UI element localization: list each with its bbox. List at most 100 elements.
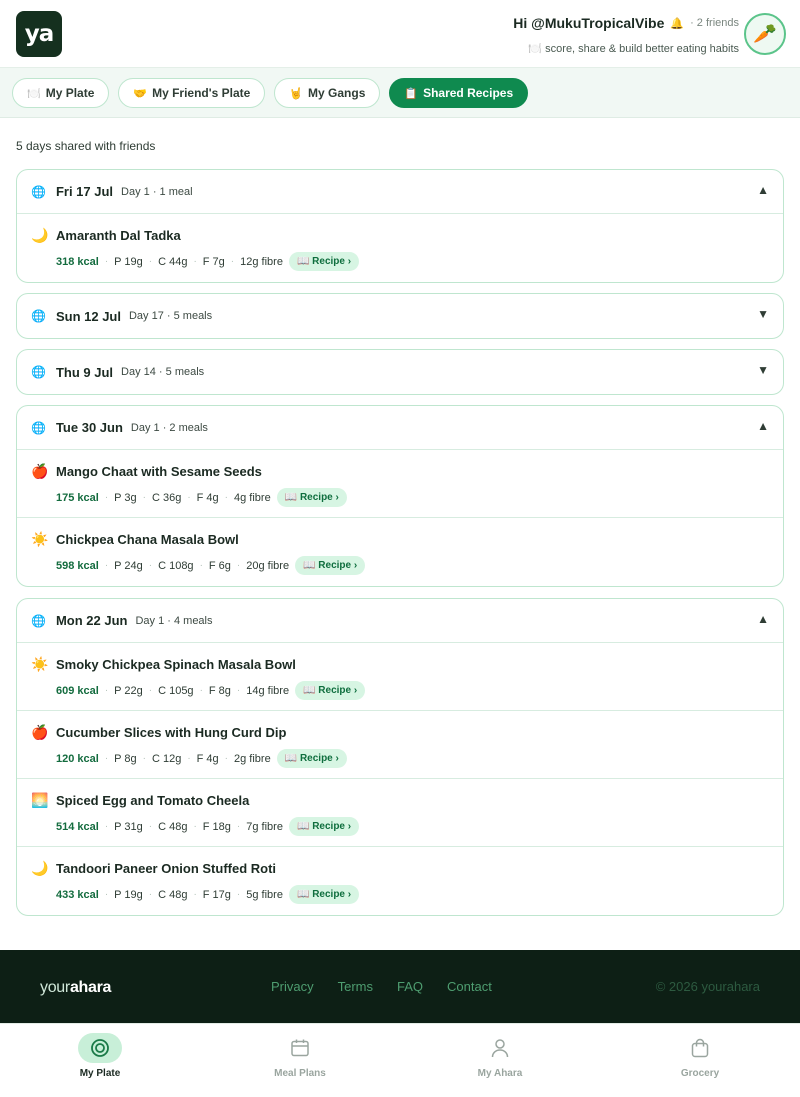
- day-meta: Day 1 · 4 meals: [135, 614, 213, 627]
- meal-row: 🌙 Tandoori Paneer Onion Stuffed Roti 433 k…: [17, 847, 783, 915]
- macro-f: F 17g: [202, 888, 231, 901]
- day-header[interactable]: 🌐 Fri 17 Jul Day 1 · 1 meal ▲: [17, 170, 783, 214]
- footer-link-terms[interactable]: Terms: [338, 979, 373, 994]
- day-date: Thu 9 Jul: [55, 364, 114, 380]
- meal-name: Amaranth Dal Tadka: [56, 228, 181, 243]
- separator-dot: ·: [236, 889, 241, 900]
- separator-dot: ·: [142, 753, 146, 764]
- separator-dot: ·: [104, 492, 109, 503]
- macro-p: P 22g: [114, 684, 143, 697]
- tab-label: Shared Recipes: [423, 86, 514, 100]
- greeting-row: Hi @MukuTropicalVibe 🔔 · 2 friends: [513, 15, 739, 31]
- day-header[interactable]: 🌐 Mon 22 Jun Day 1 · 4 meals ▲: [17, 599, 783, 643]
- bell-icon[interactable]: 🔔: [670, 17, 684, 30]
- tab-label: My Gangs: [308, 86, 366, 100]
- meal-row: ☀️ Chickpea Chana Masala Bowl 598 kcal · P 2…: [17, 518, 783, 586]
- macro-fibre: 12g fibre: [240, 255, 283, 268]
- tab-my-friend-s-plate[interactable]: 🤝 My Friend's Plate: [118, 78, 266, 108]
- meal-name: Chickpea Chana Masala Bowl: [56, 532, 239, 547]
- macro-kcal: 609 kcal: [56, 684, 99, 697]
- globe-icon: 🌐: [31, 420, 46, 435]
- footer-link-privacy[interactable]: Privacy: [271, 979, 314, 994]
- macro-fibre: 4g fibre: [234, 491, 271, 504]
- macro-kcal: 175 kcal: [56, 491, 99, 504]
- chevron-up-icon[interactable]: ▲: [757, 183, 769, 197]
- chevron-up-icon[interactable]: ▲: [757, 419, 769, 433]
- day-date: Tue 30 Jun: [55, 420, 123, 435]
- day-header[interactable]: 🌐 Sun 12 Jul Day 17 · 5 meals ▼: [17, 294, 783, 338]
- app-header: ya Hi @MukuTropicalVibe 🔔 · 2 friends 🍽️…: [0, 0, 800, 68]
- tab-my-plate[interactable]: 🍽️ My Plate: [12, 78, 110, 108]
- footer-copyright: © 2026 yourahara: [655, 979, 760, 994]
- chevron-down-icon[interactable]: ▼: [757, 307, 769, 321]
- macro-kcal: 598 kcal: [56, 559, 99, 572]
- site-footer: yourahara Privacy Terms FAQ Contact © 2026 …: [0, 950, 800, 1023]
- separator-dot: ·: [104, 685, 109, 696]
- separator-dot: ·: [236, 685, 241, 696]
- tab-my-gangs[interactable]: 🤘 My Gangs: [274, 78, 381, 108]
- macro-kcal: 120 kcal: [56, 752, 99, 765]
- separator-dot: ·: [187, 492, 191, 503]
- macro-f: F 8g: [208, 684, 231, 697]
- app-logo[interactable]: ya: [16, 11, 62, 57]
- separator-dot: ·: [148, 889, 153, 900]
- chevron-up-icon[interactable]: ▲: [757, 612, 769, 626]
- tab-icon: 📋: [404, 87, 419, 100]
- separator-dot: ·: [104, 256, 109, 267]
- meal-name: Spiced Egg and Tomato Cheela: [56, 793, 250, 808]
- footer-link-faq[interactable]: FAQ: [397, 979, 423, 994]
- target-icon: [78, 1033, 122, 1063]
- shared-days-summary: 5 days shared with friends: [16, 139, 156, 153]
- meal-macros: 514 kcal · P 31g · C 48g · F 18g · 7g fibre 📖 Rec…: [56, 817, 360, 836]
- nav-grocery[interactable]: Grocery: [600, 1024, 800, 1097]
- macro-p: P 19g: [114, 888, 143, 901]
- separator-dot: ·: [142, 492, 146, 503]
- recipe-button[interactable]: 📖 Recipe ›: [276, 749, 347, 768]
- avatar[interactable]: 🥕: [744, 13, 786, 55]
- tagline: 🍽️ score, share & build better eating ha…: [528, 43, 739, 55]
- carrot-icon: 🥕: [753, 24, 777, 45]
- recipe-button[interactable]: 📖 Recipe ›: [288, 885, 360, 904]
- meal-macros: 318 kcal · P 19g · C 44g · F 7g · 12g fibre 📖 Rec…: [56, 252, 360, 271]
- macro-c: C 12g: [151, 752, 182, 765]
- recipe-button[interactable]: 📖 Recipe ›: [276, 488, 347, 507]
- nav-label: My Plate: [79, 1068, 121, 1079]
- meal-time-icon: ☀️: [31, 531, 49, 547]
- meal-macros: 609 kcal · P 22g · C 105g · F 8g · 14g fibre 📖 Re…: [56, 681, 366, 700]
- day-header[interactable]: 🌐 Thu 9 Jul Day 14 · 5 meals ▼: [17, 350, 783, 394]
- nav-my-plate[interactable]: My Plate: [0, 1024, 200, 1097]
- separator-dot: ·: [187, 753, 191, 764]
- macro-kcal: 433 kcal: [56, 888, 99, 901]
- macro-c: C 48g: [158, 820, 188, 833]
- day-date: Fri 17 Jul: [55, 184, 114, 199]
- separator-dot: ·: [104, 889, 109, 900]
- meal-macros: 433 kcal · P 19g · C 48g · F 17g · 5g fibre 📖 Rec…: [56, 885, 360, 904]
- macro-kcal: 318 kcal: [56, 255, 99, 268]
- recipe-button[interactable]: 📖 Recipe ›: [295, 556, 366, 575]
- tab-shared-recipes[interactable]: 📋 Shared Recipes: [389, 78, 529, 108]
- recipe-button[interactable]: 📖 Recipe ›: [288, 252, 360, 271]
- macro-p: P 31g: [114, 820, 143, 833]
- friends-count[interactable]: · 2 friends: [690, 17, 739, 29]
- macro-fibre: 5g fibre: [246, 888, 283, 901]
- tab-icon: 🤝: [133, 87, 148, 100]
- macro-c: C 36g: [151, 491, 182, 504]
- separator-dot: ·: [193, 889, 197, 900]
- day-card: 🌐 Mon 22 Jun Day 1 · 4 meals ▲ ☀️ Smoky Chick…: [16, 598, 784, 916]
- recipe-button[interactable]: 📖 Recipe ›: [295, 681, 366, 700]
- macro-fibre: 7g fibre: [246, 820, 283, 833]
- macro-c: C 48g: [158, 888, 188, 901]
- meal-macros: 120 kcal · P 8g · C 12g · F 4g · 2g fibre 📖 Recip…: [56, 749, 347, 768]
- chevron-down-icon[interactable]: ▼: [757, 363, 769, 377]
- meal-name: Smoky Chickpea Spinach Masala Bowl: [56, 657, 296, 672]
- nav-meal-plans[interactable]: Meal Plans: [200, 1024, 400, 1097]
- footer-link-contact[interactable]: Contact: [447, 979, 492, 994]
- separator-dot: ·: [236, 560, 241, 571]
- separator-dot: ·: [193, 256, 197, 267]
- meal-name: Cucumber Slices with Hung Curd Dip: [56, 725, 287, 740]
- recipe-button[interactable]: 📖 Recipe ›: [288, 817, 360, 836]
- day-header[interactable]: 🌐 Tue 30 Jun Day 1 · 2 meals ▲: [17, 406, 783, 450]
- nav-my-ahara[interactable]: My Ahara: [400, 1024, 600, 1097]
- macro-c: C 44g: [158, 255, 188, 268]
- meal-time-icon: 🍎: [31, 724, 49, 740]
